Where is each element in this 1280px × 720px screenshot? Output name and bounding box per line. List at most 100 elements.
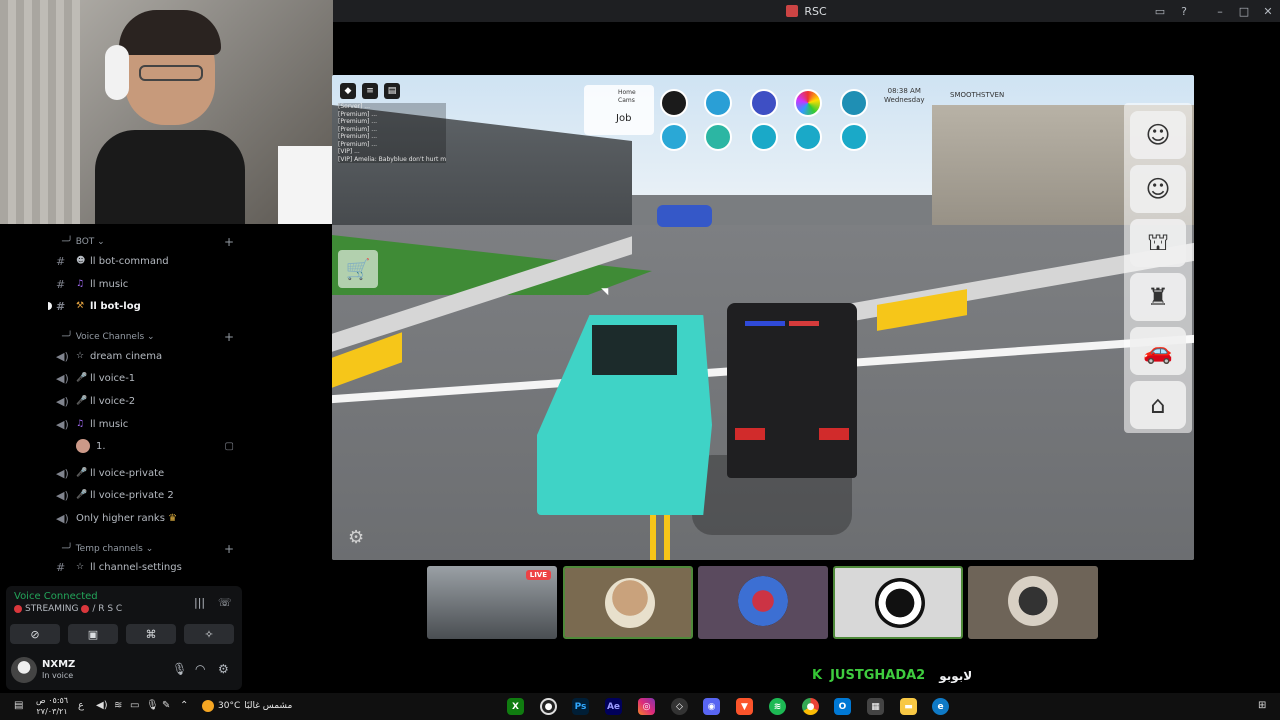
category-temp-channels[interactable]: ─╯ Temp channels ⌄ + [62, 542, 234, 556]
color-wheel-icon[interactable] [794, 89, 822, 117]
skull-icon: ☻ [76, 256, 86, 266]
pen-icon[interactable]: ✎ [162, 700, 170, 711]
settings-gear-icon[interactable]: ⚙ [218, 662, 229, 676]
activity-button[interactable]: ⌘ [126, 624, 176, 644]
tag-icon[interactable] [750, 123, 778, 151]
channel-voice-private[interactable]: ◀) 🎤 ll voice-private [56, 463, 240, 483]
channel-channel-settings[interactable]: # ☆ ll channel-settings [56, 557, 240, 577]
globe-icon[interactable] [704, 123, 732, 151]
channel-dream-cinema[interactable]: ◀) ☆ dream cinema [56, 346, 240, 366]
stream-tile[interactable] [833, 566, 963, 639]
xbox-icon[interactable]: X [507, 698, 524, 715]
mic-tray-icon[interactable]: 🎙 [146, 700, 159, 711]
character-icon[interactable]: ♜ [1130, 273, 1186, 321]
noise-suppression-icon[interactable]: ||| [194, 596, 205, 609]
face-edit-icon[interactable]: ☺ [1130, 165, 1186, 213]
player-tag: SMOOTHSTVEN [950, 91, 1005, 99]
id-card-icon[interactable] [750, 89, 778, 117]
clock-time: 08:38 AM [887, 87, 921, 95]
game-settings-icon[interactable]: ⚙ [348, 527, 364, 548]
channel-music-voice[interactable]: ◀) ♫ ll music [56, 414, 240, 434]
share-screen-button[interactable]: ▣ [68, 624, 118, 644]
category-temp-label: Temp channels [75, 544, 143, 554]
voice-status[interactable]: Voice Connected [14, 591, 98, 602]
megaphone-icon[interactable] [704, 89, 732, 117]
channel-label: ll bot-log [90, 300, 141, 312]
channel-voice-2[interactable]: ◀) 🎤 ll voice-2 [56, 391, 240, 411]
backpack-icon[interactable]: ⛫ [1130, 219, 1186, 267]
stream-tile[interactable] [968, 566, 1098, 639]
battery-icon[interactable]: ▭ [130, 700, 139, 711]
game-stream-view[interactable]: ◆ ≡ ▤ [Server] ... [Premium] ... [Premiu… [332, 75, 1194, 560]
voice-connection-panel: Voice Connected STREAMING / R S C ||| ☏ … [6, 586, 242, 650]
file-explorer-icon[interactable]: ▬ [900, 698, 917, 715]
channel-bot-log[interactable]: # ⚒ ll bot-log [56, 296, 240, 316]
notification-icon[interactable]: ▤ [14, 700, 23, 711]
shop-cart-icon[interactable]: 🛒 [338, 250, 378, 288]
after-effects-icon[interactable]: Ae [605, 698, 622, 715]
add-channel-icon[interactable]: + [224, 330, 234, 344]
mic-icon[interactable]: 🎙 [172, 662, 187, 676]
channel-bot-command[interactable]: # ☻ ll bot-command [56, 251, 240, 271]
hamburger-icon[interactable]: ≡ [362, 83, 378, 99]
triangle-icon[interactable] [794, 123, 822, 151]
star-badge-icon[interactable] [660, 123, 688, 151]
close-button[interactable]: ✕ [1256, 5, 1280, 18]
house-icon[interactable]: ⌂ [1130, 381, 1186, 429]
spotify-icon[interactable]: ≋ [769, 698, 786, 715]
disconnect-icon[interactable]: ☏ [218, 596, 232, 609]
soundboard-button[interactable]: ✧ [184, 624, 234, 644]
channel-only-higher-ranks[interactable]: ◀) Only higher ranks ♛ [56, 508, 240, 528]
language-indicator[interactable]: ع [78, 700, 84, 711]
roblox-topbar: ◆ ≡ ▤ [340, 83, 400, 99]
calculator-icon[interactable]: ▦ [867, 698, 884, 715]
brave-icon[interactable]: ▼ [736, 698, 753, 715]
chrome-icon[interactable]: ● [802, 698, 819, 715]
inbox-icon[interactable]: ▭ [1148, 5, 1172, 18]
username[interactable]: NXMZ [42, 659, 75, 670]
camera-off-button[interactable]: ⊘ [10, 624, 60, 644]
minimize-button[interactable]: – [1208, 5, 1232, 18]
speedometer-icon[interactable] [840, 89, 868, 117]
car-icon[interactable]: 🚗 [1130, 327, 1186, 375]
category-bot[interactable]: ─╯ BOT ⌄ + [62, 235, 234, 249]
wifi-icon[interactable]: ≋ [114, 700, 122, 711]
face-icon[interactable]: ☺ [1130, 111, 1186, 159]
stream-tile-selected[interactable] [563, 566, 693, 639]
weather-widget[interactable]: 30°C مشمس غالبًا [202, 700, 292, 712]
help-icon[interactable]: ? [1172, 5, 1196, 18]
maximize-button[interactable]: □ [1232, 5, 1256, 18]
phone-icon[interactable] [660, 89, 688, 117]
channel-music-text[interactable]: # ♫ ll music [56, 274, 240, 294]
start-menu-icon[interactable]: ⊞ [1258, 700, 1266, 711]
roblox-menu-icon[interactable]: ◆ [340, 83, 356, 99]
add-channel-icon[interactable]: + [224, 542, 234, 556]
crown-icon: ♛ [168, 512, 178, 524]
volume-icon[interactable]: ◀) [96, 700, 108, 711]
edge-icon[interactable]: e [932, 698, 949, 715]
chat-icon[interactable]: ▤ [384, 83, 400, 99]
headphones-icon[interactable]: ◠ [195, 662, 205, 676]
roblox-icon[interactable]: ◇ [671, 698, 688, 715]
taskbar-clock[interactable]: ٠٥:٥٦ ص ٢٧/٠٣/٢١ [36, 695, 68, 717]
instagram-icon[interactable]: ◎ [638, 698, 655, 715]
avatar[interactable] [11, 657, 37, 683]
home-cams-job-panel[interactable]: Home Cams Job [584, 85, 654, 135]
member-avatar [76, 439, 90, 453]
tray-expand-icon[interactable]: ⌃ [180, 700, 188, 711]
photoshop-icon[interactable]: Ps [572, 698, 589, 715]
channel-voice-private-2[interactable]: ◀) 🎤 ll voice-private 2 [56, 485, 240, 505]
server-name: / R S C [92, 604, 123, 614]
horn-icon[interactable] [840, 123, 868, 151]
obs-icon[interactable]: ● [540, 698, 557, 715]
chat-line: [Premium] ... [338, 118, 378, 125]
outlook-icon[interactable]: O [834, 698, 851, 715]
stream-tile-game[interactable]: LIVE [427, 566, 557, 639]
discord-icon[interactable]: ◉ [703, 698, 720, 715]
channel-voice-1[interactable]: ◀) 🎤 ll voice-1 [56, 368, 240, 388]
voice-member[interactable]: 1. ▢ [76, 436, 240, 456]
stream-tile[interactable] [698, 566, 828, 639]
category-voice-channels[interactable]: ─╯ Voice Channels ⌄ + [62, 330, 234, 344]
add-channel-icon[interactable]: + [224, 235, 234, 249]
screen-share-icon[interactable]: ▢ [225, 441, 234, 452]
